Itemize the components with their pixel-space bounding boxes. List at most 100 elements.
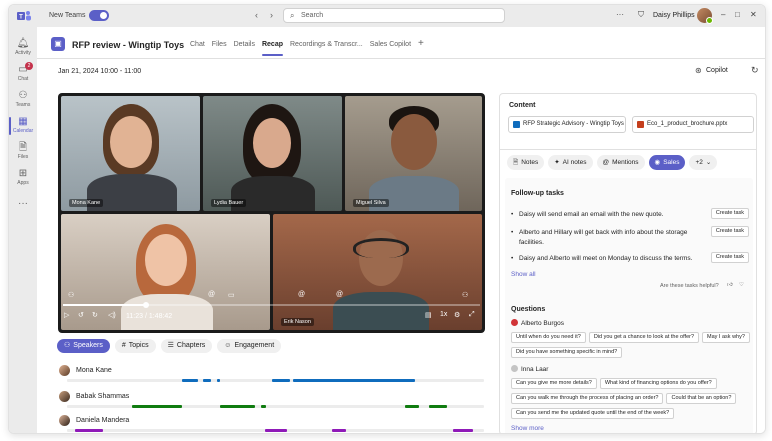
- avatar[interactable]: [697, 8, 713, 24]
- speaker-marker-icon[interactable]: ⚇: [68, 291, 74, 299]
- speaking-segment: [272, 379, 290, 382]
- question-chip[interactable]: Did you get a chance to look at the offe…: [588, 332, 700, 343]
- app-files[interactable]: 🗎︎ Files: [9, 139, 37, 165]
- file-name: Eco_1_product_brochure.pptx: [647, 121, 728, 127]
- search-input[interactable]: ⌕ Search: [283, 8, 505, 23]
- chevron-down-icon: ⌄: [705, 159, 712, 166]
- thumbs-up-icon[interactable]: 👍︎: [727, 282, 733, 288]
- speaking-segment: [453, 429, 473, 432]
- show-all-link[interactable]: Show all: [511, 271, 536, 278]
- shared-file[interactable]: RFP Strategic Advisory - Wingtip Toys: [508, 116, 626, 133]
- create-task-button[interactable]: Create task: [710, 208, 749, 219]
- meeting-tabs: Chat Files Details Recap Recordings & Tr…: [190, 38, 424, 56]
- copilot-button[interactable]: Copilot: [706, 67, 728, 74]
- tab-recap[interactable]: Recap: [261, 41, 284, 56]
- app-activity[interactable]: 🔔︎ Activity: [9, 35, 37, 61]
- sales-content: Follow-up tasks • Daisy will send email …: [505, 178, 753, 433]
- speaker-track[interactable]: [67, 379, 484, 382]
- speaker-row[interactable]: Babak Shammas: [59, 389, 484, 408]
- mention-marker-icon[interactable]: @: [336, 291, 343, 298]
- main-area: ▣ RFP review - Wingtip Toys Chat Files D…: [37, 27, 765, 433]
- tab-ai-notes[interactable]: ✦ AI notes: [548, 155, 593, 170]
- more-options-icon[interactable]: ···: [616, 10, 624, 19]
- heart-icon[interactable]: ♡: [739, 282, 744, 288]
- speaker-marker-icon[interactable]: ⚇: [462, 291, 468, 299]
- recap-side-panel: Content RFP Strategic Advisory - Wingtip…: [499, 93, 757, 433]
- forward-icon[interactable]: ↻: [92, 311, 98, 319]
- fullscreen-icon[interactable]: ⤢: [469, 311, 475, 319]
- recording-player[interactable]: Mona Kane Lydia Bauer Miguel Silva Erik …: [58, 93, 485, 333]
- settings-icon[interactable]: ⚙: [454, 311, 460, 319]
- play-icon[interactable]: ▷: [64, 311, 69, 319]
- question-chip[interactable]: May I ask why?: [702, 332, 750, 343]
- back-icon[interactable]: ‹: [255, 10, 258, 20]
- teams-window: T New Teams ‹ › ⌕ Search ··· ⛉ Daisy Phi…: [8, 4, 766, 434]
- shared-file[interactable]: Eco_1_product_brochure.pptx: [632, 116, 754, 133]
- tab-files[interactable]: Files: [212, 41, 227, 49]
- create-task-button[interactable]: Create task: [710, 252, 749, 263]
- speaker-track[interactable]: [67, 429, 484, 432]
- minimize-icon[interactable]: –: [721, 10, 725, 19]
- tab-recordings[interactable]: Recordings & Transcr...: [290, 41, 363, 49]
- timeline-progress: [63, 304, 147, 306]
- page-title: RFP review - Wingtip Toys: [72, 40, 185, 50]
- add-tab-icon[interactable]: +: [418, 38, 424, 49]
- timeline-filters: ⚇ Speakers # Topics ☰ Chapters ☺ Engagement: [57, 339, 282, 353]
- speaker-track[interactable]: [67, 405, 484, 408]
- chapter-marker-icon[interactable]: ▭: [228, 291, 235, 299]
- new-teams-toggle[interactable]: [89, 10, 109, 21]
- show-more-link[interactable]: Show more: [511, 425, 544, 432]
- divider: [500, 149, 756, 150]
- filter-engagement[interactable]: ☺ Engagement: [217, 339, 282, 353]
- create-task-button[interactable]: Create task: [710, 226, 749, 237]
- speed-icon[interactable]: 1x: [440, 311, 447, 318]
- forward-icon[interactable]: ›: [270, 10, 273, 20]
- tab-sales-copilot[interactable]: Sales Copilot: [370, 41, 411, 49]
- question-chip[interactable]: Could that be an option?: [666, 393, 737, 404]
- speaking-segment: [293, 379, 415, 382]
- question-chip[interactable]: Can you give me more details?: [511, 378, 597, 389]
- asker-name: Inna Laar: [521, 366, 549, 373]
- mention-marker-icon[interactable]: @: [208, 291, 215, 298]
- tab-mentions[interactable]: @ Mentions: [596, 155, 645, 170]
- app-apps[interactable]: ⊞ Apps: [9, 165, 37, 191]
- maximize-icon[interactable]: □: [735, 10, 740, 19]
- tab-chat[interactable]: Chat: [190, 41, 205, 49]
- speaker-row[interactable]: Daniela Mandera: [59, 413, 484, 432]
- app-chat[interactable]: ▭ 2 Chat: [9, 61, 37, 87]
- question-chip[interactable]: Until when do you need it?: [511, 332, 586, 343]
- apps-icon: ⊞: [18, 168, 28, 179]
- speaker-name: Daniela Mandera: [76, 417, 130, 424]
- app-label: Teams: [15, 102, 31, 108]
- mention-marker-icon[interactable]: @: [298, 291, 305, 298]
- teams-logo-icon: T: [17, 10, 31, 22]
- app-calendar[interactable]: ▦ Calendar: [9, 113, 37, 139]
- volume-icon[interactable]: ◁): [108, 311, 116, 319]
- filter-chapters[interactable]: ☰ Chapters: [160, 339, 213, 353]
- speaking-segment: [182, 379, 198, 382]
- app-label: Apps: [17, 180, 29, 186]
- speaker-row[interactable]: Mona Kane: [59, 363, 484, 382]
- question-chip[interactable]: Can you walk me through the process of p…: [511, 393, 664, 404]
- shield-icon[interactable]: ⛉: [638, 10, 644, 20]
- tab-notes[interactable]: 🗎︎ Notes: [507, 155, 545, 170]
- question-chip[interactable]: What kind of financing options do you of…: [599, 378, 717, 389]
- app-more[interactable]: ···: [9, 195, 37, 221]
- more-apps-icon: ···: [18, 198, 28, 209]
- tab-more[interactable]: +2 ⌄: [689, 155, 718, 170]
- captions-icon[interactable]: ▤: [425, 311, 432, 319]
- avatar: [511, 365, 518, 372]
- tab-sales[interactable]: ◉ Sales: [648, 155, 686, 170]
- rewind-icon[interactable]: ↺: [78, 311, 84, 319]
- task-text: Daisy and Alberto will meet on Monday to…: [519, 255, 693, 262]
- close-icon[interactable]: ✕: [750, 10, 757, 19]
- refresh-icon[interactable]: ↻: [751, 65, 759, 76]
- question-chip[interactable]: Can you send me the updated quote until …: [511, 408, 675, 419]
- filter-topics[interactable]: # Topics: [114, 339, 156, 353]
- question-row: Did you have something specific in mind?: [511, 347, 623, 358]
- question-chip[interactable]: Did you have something specific in mind?: [511, 347, 623, 358]
- playback-timeline[interactable]: [63, 302, 480, 308]
- app-teams[interactable]: ⚇ Teams: [9, 87, 37, 113]
- tab-details[interactable]: Details: [234, 41, 255, 49]
- filter-speakers[interactable]: ⚇ Speakers: [57, 339, 110, 353]
